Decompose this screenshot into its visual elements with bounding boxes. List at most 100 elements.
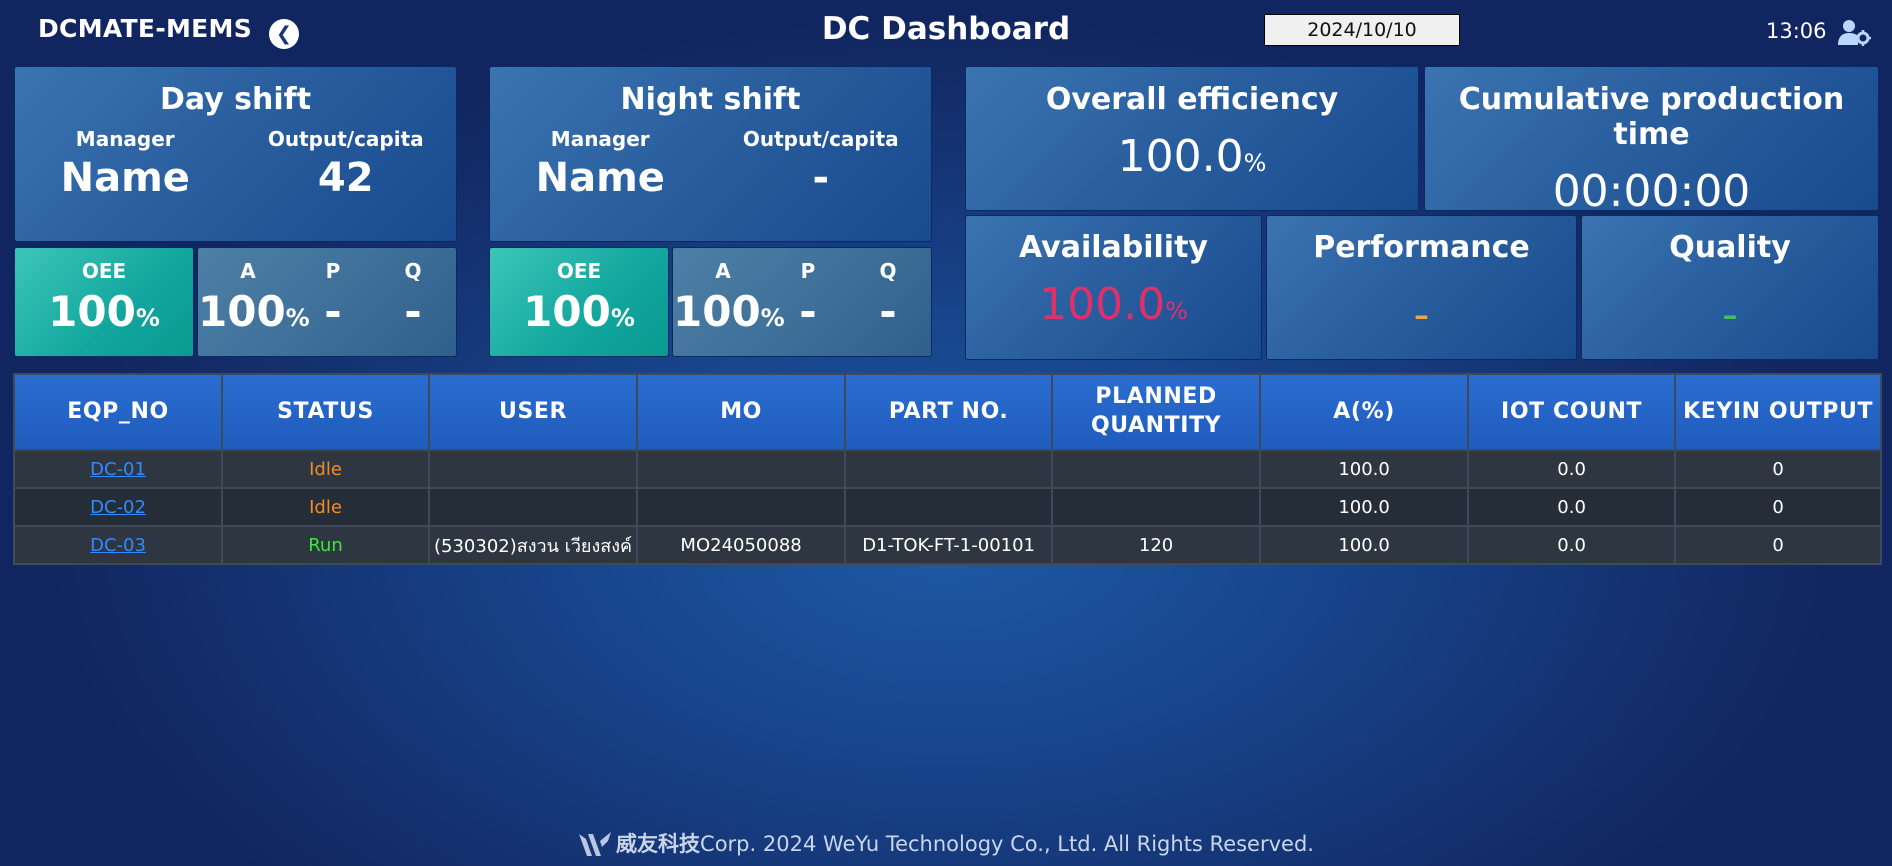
overall-efficiency-panel: Overall efficiency 100.0% (965, 66, 1419, 211)
cumulative-time-value: 00:00:00 (1552, 166, 1751, 217)
eqp-link-dc-02[interactable]: DC-02 (90, 497, 146, 518)
col-header-status[interactable]: STATUS (221, 373, 430, 451)
day-manager-label: Manager (75, 127, 175, 151)
day-p-value: - (324, 287, 342, 336)
cumulative-time-title: Cumulative production time (1458, 82, 1845, 152)
footer-copyright: Corp. 2024 WeYu Technology Co., Ltd. All… (700, 832, 1314, 856)
availability-title: Availability (1019, 230, 1208, 265)
cell-user: (530302)สงวน เวียงสงค์ (427, 525, 639, 565)
cell-part-no (844, 449, 1054, 489)
day-a-value: 100 (198, 287, 286, 336)
night-shift-panel: Night shift Manager Name Output/capita - (489, 66, 932, 242)
cell-eqp-no: DC-03 (13, 525, 223, 565)
night-p-label: P (800, 259, 816, 283)
overall-efficiency-unit: % (1243, 149, 1267, 177)
col-header-eqp-no[interactable]: EQP_NO (13, 373, 223, 451)
cell-eqp-no: DC-02 (13, 487, 223, 527)
date-picker-input[interactable] (1264, 14, 1460, 46)
day-output-value: 42 (317, 155, 374, 201)
performance-panel: Performance - (1266, 215, 1577, 360)
cell-a-percent: 100.0 (1259, 487, 1470, 527)
day-oee-unit: % (135, 304, 160, 332)
day-oee-box: OEE 100% (14, 247, 194, 357)
day-shift-panel: Day shift Manager Name Output/capita 42 (14, 66, 457, 242)
user-settings-icon[interactable] (1837, 18, 1871, 46)
cell-status: Run (221, 525, 430, 565)
availability-panel: Availability 100.0% (965, 215, 1262, 360)
night-manager-name: Name (535, 155, 665, 201)
cell-planned-quantity (1051, 449, 1262, 489)
overall-efficiency-title: Overall efficiency (1045, 82, 1339, 117)
top-header: DCMATE-MEMS ❮ DC Dashboard 13:06 (0, 0, 1892, 62)
cell-planned-quantity: 120 (1051, 525, 1262, 565)
night-oee-label: OEE (556, 259, 602, 283)
table-row: DC-02 Idle 100.0 0.0 0 (13, 487, 1883, 527)
cell-user (427, 487, 639, 527)
night-p-cell: P - (768, 248, 848, 336)
eqp-link-dc-03[interactable]: DC-03 (90, 535, 146, 556)
quality-value: - (1722, 289, 1738, 340)
availability-unit: % (1165, 297, 1188, 325)
cell-planned-quantity (1051, 487, 1262, 527)
col-header-part-no[interactable]: PART NO. (844, 373, 1054, 451)
night-output-value: - (812, 155, 830, 201)
cell-part-no: D1-TOK-FT-1-00101 (844, 525, 1054, 565)
performance-value: - (1413, 289, 1430, 340)
overall-efficiency-value: 100.0 (1117, 131, 1244, 182)
cell-status: Idle (221, 487, 430, 527)
night-a-label: A (715, 259, 731, 283)
footer-brand: 威友科技 (616, 832, 701, 856)
table-row: DC-01 Idle 100.0 0.0 0 (13, 449, 1883, 489)
cell-iot-count: 0.0 (1467, 525, 1677, 565)
day-a-label: A (240, 259, 256, 283)
col-header-user[interactable]: USER (427, 373, 639, 451)
cell-eqp-no: DC-01 (13, 449, 223, 489)
cell-user (427, 449, 639, 489)
col-header-a-percent[interactable]: A(%) (1259, 373, 1470, 451)
weyu-logo-icon (579, 832, 612, 856)
cumulative-time-panel: Cumulative production time 00:00:00 (1424, 66, 1879, 217)
day-apq-box: A 100% P - Q - (197, 247, 457, 357)
day-q-value: - (404, 287, 422, 336)
clock-time: 13:06 (1766, 19, 1827, 43)
night-apq-box: A 100% P - Q - (672, 247, 932, 357)
night-output-label: Output/capita (742, 127, 899, 151)
cell-status: Idle (221, 449, 430, 489)
performance-title: Performance (1313, 230, 1530, 265)
cell-a-percent: 100.0 (1259, 525, 1470, 565)
cell-mo (636, 487, 847, 527)
day-q-label: Q (404, 259, 422, 283)
night-oee-box: OEE 100% (489, 247, 669, 357)
night-p-value: - (799, 287, 817, 336)
col-header-mo[interactable]: MO (636, 373, 847, 451)
table-header-row: EQP_NO STATUS USER MO PART NO. PLANNED Q… (13, 373, 1883, 451)
day-p-cell: P - (293, 248, 373, 336)
day-a-cell: A 100% (198, 248, 310, 336)
cell-iot-count: 0.0 (1467, 487, 1677, 527)
cell-keyin-output: 0 (1674, 487, 1883, 527)
night-shift-title: Night shift (620, 82, 801, 117)
cell-keyin-output: 0 (1674, 449, 1883, 489)
day-q-cell: Q - (373, 248, 453, 336)
quality-title: Quality (1669, 230, 1791, 265)
col-header-planned-quantity[interactable]: PLANNED QUANTITY (1051, 373, 1262, 451)
cell-a-percent: 100.0 (1259, 449, 1470, 489)
day-oee-label: OEE (81, 259, 127, 283)
night-q-label: Q (879, 259, 897, 283)
col-header-keyin-output[interactable]: KEYIN OUTPUT (1674, 373, 1883, 451)
night-q-cell: Q - (848, 248, 928, 336)
table-row: DC-03 Run (530302)สงวน เวียงสงค์ MO24050… (13, 525, 1883, 565)
cell-mo (636, 449, 847, 489)
cell-part-no (844, 487, 1054, 527)
quality-panel: Quality - (1581, 215, 1879, 360)
night-q-value: - (879, 287, 897, 336)
footer: 威友科技Corp. 2024 WeYu Technology Co., Ltd.… (0, 828, 1892, 859)
night-a-cell: A 100% (673, 248, 785, 336)
day-manager-name: Name (60, 155, 190, 201)
equipment-table: EQP_NO STATUS USER MO PART NO. PLANNED Q… (13, 373, 1883, 565)
day-p-label: P (325, 259, 341, 283)
night-oee-value: 100 (523, 287, 611, 336)
col-header-iot-count[interactable]: IOT COUNT (1467, 373, 1677, 451)
day-oee-value: 100 (48, 287, 136, 336)
eqp-link-dc-01[interactable]: DC-01 (90, 459, 146, 480)
